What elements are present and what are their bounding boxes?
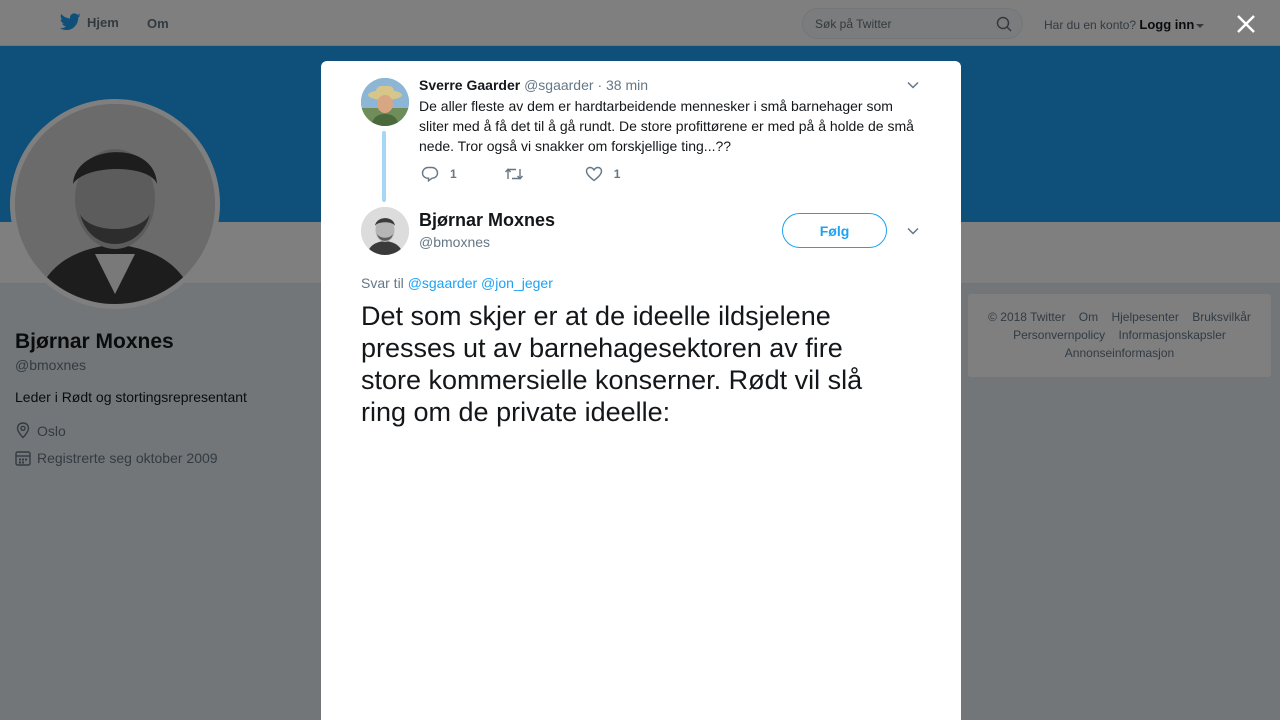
close-icon[interactable] — [1234, 12, 1258, 36]
thread-connector-line — [382, 131, 386, 202]
retweet-action[interactable] — [504, 166, 524, 182]
parent-tweet-actions: 1 1 — [421, 166, 620, 182]
retweet-icon — [504, 168, 523, 180]
parent-tweet-header: Sverre Gaarder @sgaarder · 38 min — [419, 77, 648, 93]
follow-button[interactable]: Følg — [782, 213, 887, 248]
like-action[interactable]: 1 — [585, 166, 621, 182]
chevron-down-icon[interactable] — [906, 224, 920, 238]
main-author-name[interactable]: Bjørnar Moxnes — [419, 210, 555, 231]
tweet-modal: Sverre Gaarder @sgaarder · 38 min De all… — [321, 61, 961, 720]
parent-tweet-time[interactable]: 38 min — [606, 77, 648, 93]
mention-link[interactable]: @jon_jeger — [481, 275, 553, 291]
like-count: 1 — [613, 167, 621, 181]
parent-avatar-photo — [361, 78, 409, 126]
reply-to-line: Svar til @sgaarder @jon_jeger — [361, 275, 553, 291]
main-avatar-photo — [361, 207, 409, 255]
parent-author-name[interactable]: Sverre Gaarder — [419, 77, 520, 93]
main-tweet-avatar[interactable] — [361, 207, 409, 255]
parent-tweet-text: De aller fleste av dem er hardtarbeidend… — [419, 98, 914, 154]
reply-action[interactable]: 1 — [421, 166, 457, 182]
reply-to-prefix: Svar til — [361, 275, 404, 291]
heart-icon — [585, 166, 602, 182]
main-author-handle[interactable]: @bmoxnes — [419, 234, 490, 250]
mention-link[interactable]: @sgaarder — [408, 275, 477, 291]
parent-author-handle[interactable]: @sgaarder — [524, 77, 593, 93]
parent-time-separator: · — [597, 77, 603, 93]
reply-count: 1 — [450, 167, 457, 181]
parent-tweet-avatar[interactable] — [361, 78, 409, 126]
chevron-down-icon[interactable] — [906, 78, 920, 92]
main-tweet-text: Det som skjer er at de ideelle ildsjelen… — [361, 301, 863, 427]
reply-icon — [421, 166, 439, 182]
